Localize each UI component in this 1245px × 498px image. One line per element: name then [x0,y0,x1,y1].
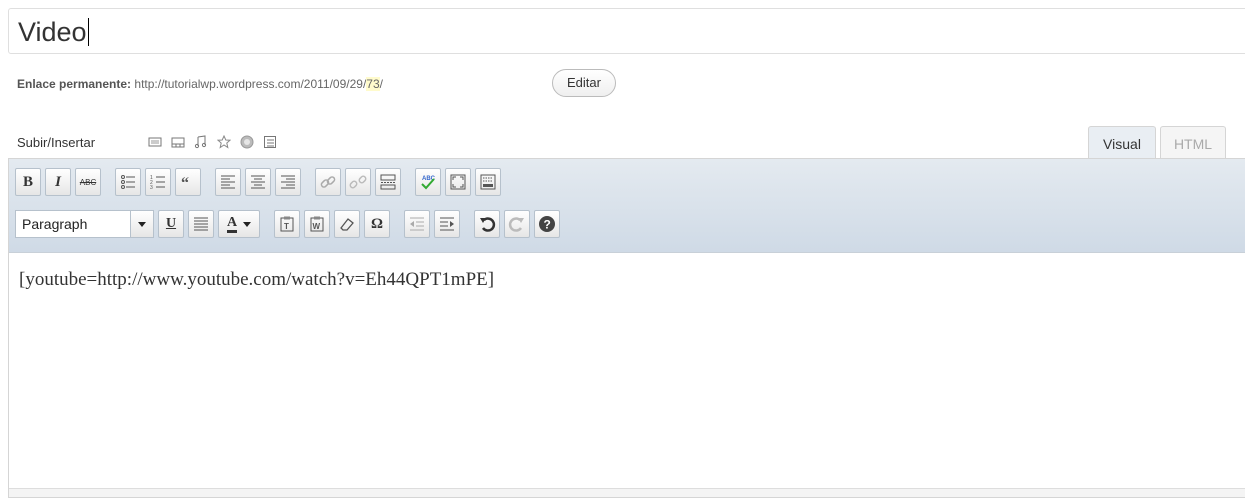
format-select[interactable]: Paragraph [15,210,154,238]
svg-text:3: 3 [150,185,153,191]
numbered-list-icon: 123 [150,175,165,191]
link-icon [320,176,336,188]
permalink-slug[interactable]: 73 [366,77,380,91]
permalink-row: Enlace permanente: http://tutorialwp.wor… [17,76,383,92]
kitchen-sink-icon [480,174,496,190]
undo-icon [480,217,496,232]
eraser-icon [340,218,354,231]
help-icon: ? [539,216,555,232]
svg-text:T: T [284,222,289,231]
redo-icon [508,217,524,232]
bold-label: B [22,173,33,190]
bullet-list-button[interactable] [115,168,141,196]
spellcheck-button[interactable]: ABC [415,168,441,196]
italic-label: I [55,173,61,190]
indent-button[interactable] [434,210,460,238]
permalink-label: Enlace permanente: [17,77,132,91]
tab-html[interactable]: HTML [1160,126,1226,160]
permalink-base[interactable]: http://tutorialwp.wordpress.com/2011/09/… [134,77,366,91]
bold-button[interactable]: B [15,168,41,196]
insert-link-button[interactable] [315,168,341,196]
undo-button[interactable] [474,210,500,238]
underline-button[interactable]: U [158,210,184,238]
add-form-icon[interactable] [263,135,277,149]
help-button[interactable]: ? [534,210,560,238]
align-center-icon [251,175,265,189]
add-audio-icon[interactable] [194,135,208,149]
fullscreen-icon [450,174,466,190]
editor-content[interactable]: [youtube=http://www.youtube.com/watch?v=… [19,269,494,291]
unlink-button[interactable] [345,168,371,196]
outdent-button[interactable] [404,210,430,238]
spellcheck-icon: ABC [421,176,436,190]
more-tag-icon [380,174,396,190]
numbered-list-button[interactable]: 123 [145,168,171,196]
align-left-button[interactable] [215,168,241,196]
align-left-icon [221,175,235,189]
align-right-icon [281,175,295,189]
clear-formatting-button[interactable] [334,210,360,238]
align-center-button[interactable] [245,168,271,196]
text-caret [87,18,89,46]
omega-label: Ω [370,215,383,232]
svg-text:W: W [313,222,321,231]
editor-toolbar: B I ABC 123 “ ABC Paragraph U A T W Ω ? [9,159,1245,253]
text-color-dropdown-icon [243,221,252,227]
quote-icon: “ [181,175,189,191]
fullscreen-button[interactable] [445,168,471,196]
paste-text-button[interactable]: T [274,210,300,238]
outdent-icon [410,217,424,231]
underline-label: U [165,216,177,231]
align-right-button[interactable] [275,168,301,196]
paste-text-icon: T [280,216,294,232]
paste-word-icon: W [310,216,324,232]
unlink-icon [349,175,367,189]
toolbar-row-1: B I ABC 123 “ ABC [15,168,501,196]
permalink-tail: / [379,77,383,91]
tab-visual[interactable]: Visual [1088,126,1156,160]
toolbar-row-2: Paragraph U A T W Ω ? [15,210,560,238]
justify-button[interactable] [188,210,214,238]
text-color-button[interactable]: A [218,210,260,238]
svg-text:“: “ [181,175,189,191]
special-character-button[interactable]: Ω [364,210,390,238]
kitchen-sink-button[interactable] [475,168,501,196]
blockquote-button[interactable]: “ [175,168,201,196]
add-image-icon[interactable] [148,135,162,149]
add-media-icon[interactable] [240,135,254,149]
redo-button[interactable] [504,210,530,238]
add-poll-icon[interactable] [217,135,231,149]
svg-text:?: ? [544,218,551,232]
media-buttons [148,135,277,149]
post-title-text: Video [18,17,89,47]
add-video-icon[interactable] [171,135,185,149]
bullet-list-icon [121,175,135,189]
editor-area: B I ABC 123 “ ABC Paragraph U A T W Ω ? … [8,158,1245,498]
indent-icon [440,217,454,231]
italic-button[interactable]: I [45,168,71,196]
editor-status-bar [9,488,1245,497]
text-color-label: A [226,215,238,233]
strikethrough-button[interactable]: ABC [75,168,101,196]
justify-icon [194,217,208,231]
upload-insert-label: Subir/Insertar [17,135,96,150]
chevron-down-icon [130,211,153,237]
edit-permalink-button[interactable]: Editar [552,69,616,97]
post-title-field[interactable]: Video [8,8,1245,54]
strikethrough-label: ABC [79,177,97,187]
insert-more-button[interactable] [375,168,401,196]
format-select-value: Paragraph [22,216,88,232]
paste-word-button[interactable]: W [304,210,330,238]
